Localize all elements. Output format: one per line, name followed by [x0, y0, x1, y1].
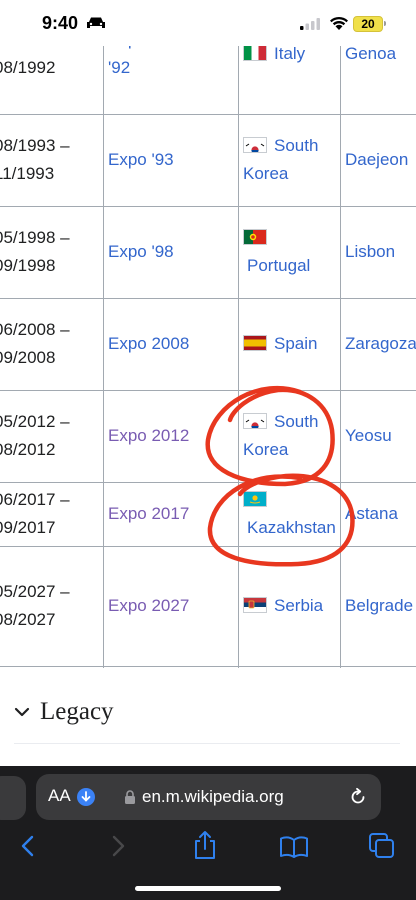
- status-bar: 9:40 20: [0, 0, 416, 46]
- car-icon: [87, 17, 105, 28]
- section-title: Legacy: [40, 698, 114, 725]
- divider: [14, 743, 400, 744]
- wifi-icon: [330, 16, 348, 30]
- signal-icon: [300, 18, 320, 30]
- page-settings-button[interactable]: AA: [48, 786, 71, 806]
- safari-toolbar: AA en.m.wikipedia.org: [0, 766, 416, 900]
- battery-indicator: 20: [353, 16, 383, 32]
- bookmarks-icon[interactable]: [279, 836, 309, 858]
- annotation-overlay: [205, 385, 355, 567]
- lock-icon: [125, 790, 135, 804]
- battery-tip: [384, 21, 386, 26]
- chevron-down-icon: [14, 707, 30, 717]
- address-bar[interactable]: AA en.m.wikipedia.org: [36, 774, 381, 820]
- annotation-circle-kazakhstan: [207, 473, 355, 567]
- status-time: 9:40: [42, 13, 79, 33]
- share-icon[interactable]: [192, 830, 218, 860]
- annotation-circle-south-korea: [205, 385, 335, 487]
- previous-tab-peek[interactable]: [0, 776, 26, 820]
- home-indicator: [135, 886, 281, 891]
- tabs-icon[interactable]: [368, 832, 396, 860]
- download-icon[interactable]: [77, 788, 95, 806]
- forward-icon[interactable]: [108, 834, 128, 858]
- reload-icon[interactable]: [348, 787, 368, 807]
- url-text[interactable]: en.m.wikipedia.org: [142, 787, 284, 807]
- back-icon[interactable]: [18, 834, 38, 858]
